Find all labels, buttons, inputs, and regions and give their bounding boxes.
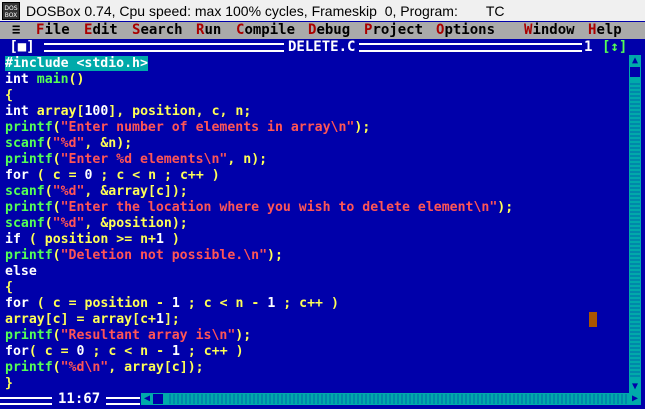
menu-bar: ≡ File Edit Search Run Compile Debug Pro… xyxy=(0,22,645,39)
code-line[interactable]: printf("Resultant array is\n"); xyxy=(5,328,625,344)
code-line[interactable]: printf("Enter number of elements in arra… xyxy=(5,120,625,136)
menu-window[interactable]: Window xyxy=(524,22,575,39)
menu-run[interactable]: Run xyxy=(196,22,221,39)
code-line[interactable]: printf("Deletion not possible.\n"); xyxy=(5,248,625,264)
window-title: DOSBox 0.74, Cpu speed: max 100% cycles,… xyxy=(26,2,458,19)
code-line[interactable]: printf("%d\n", array[c]); xyxy=(5,360,625,376)
menu-options[interactable]: Options xyxy=(436,22,495,39)
menu-file[interactable]: File xyxy=(36,22,70,39)
scroll-left-arrow-icon[interactable]: ◀ xyxy=(141,393,153,405)
code-line[interactable]: printf("Enter the location where you wis… xyxy=(5,200,625,216)
program-name: TC xyxy=(485,2,505,19)
code-line[interactable]: { xyxy=(5,280,625,296)
menu-search[interactable]: Search xyxy=(132,22,183,39)
horizontal-scrollbar[interactable]: ◀ ▶ xyxy=(141,393,641,405)
scroll-up-arrow-icon[interactable]: ▲ xyxy=(629,55,641,67)
code-line[interactable]: scanf("%d", &array[c]); xyxy=(5,184,625,200)
cursor-position: 11:67 xyxy=(52,390,107,409)
code-line[interactable]: #include <stdio.h> xyxy=(5,56,625,72)
menu-edit[interactable]: Edit xyxy=(84,22,118,39)
menu-help[interactable]: Help xyxy=(588,22,622,39)
dosbox-app-icon[interactable]: DOS BOX xyxy=(2,1,20,20)
code-line[interactable]: int main() xyxy=(5,72,625,88)
code-line[interactable]: for ( c = position - 1 ; c < n - 1 ; c++… xyxy=(5,296,625,312)
editor-status-bar: 11:67 ◀ ▶ xyxy=(0,390,645,409)
code-line[interactable]: { xyxy=(5,88,625,104)
editor-window: [■] DELETE.C 1 [↕] #include <stdio.h> int… xyxy=(0,39,645,409)
text-cursor xyxy=(589,312,597,327)
code-line[interactable]: scanf("%d", &n); xyxy=(5,136,625,152)
window-number: 1 xyxy=(582,39,595,55)
horizontal-scroll-track[interactable] xyxy=(167,394,627,404)
code-area[interactable]: #include <stdio.h> int main(){int array[1… xyxy=(5,56,625,396)
code-line[interactable]: else xyxy=(5,264,625,280)
vertical-scroll-track[interactable] xyxy=(630,81,640,379)
file-name: DELETE.C xyxy=(284,39,360,55)
code-line[interactable]: for( c = 0 ; c < n - 1 ; c++ ) xyxy=(5,344,625,360)
vertical-scroll-thumb[interactable] xyxy=(630,67,640,77)
code-line[interactable]: printf("Enter %d elements\n", n); xyxy=(5,152,625,168)
zoom-box-button[interactable]: [↕] xyxy=(600,39,630,55)
code-line[interactable]: if ( position >= n+1 ) xyxy=(5,232,625,248)
code-line[interactable]: scanf("%d", &position); xyxy=(5,216,625,232)
horizontal-scroll-thumb[interactable] xyxy=(153,394,163,404)
code-line[interactable]: int array[100], position, c, n; xyxy=(5,104,625,120)
menu-compile[interactable]: Compile xyxy=(236,22,295,39)
editor-frame-top: [■] DELETE.C 1 [↕] xyxy=(0,39,645,55)
close-box-button[interactable]: [■] xyxy=(8,39,36,55)
code-line[interactable]: array[c] = array[c+1]; xyxy=(5,312,625,328)
scroll-right-arrow-icon[interactable]: ▶ xyxy=(629,393,641,405)
code-line[interactable]: for ( c = 0 ; c < n ; c++ ) xyxy=(5,168,625,184)
title-bar[interactable]: DOS BOX DOSBox 0.74, Cpu speed: max 100%… xyxy=(0,0,645,21)
vertical-scrollbar[interactable]: ▲ ▼ xyxy=(629,55,641,393)
menu-project[interactable]: Project xyxy=(364,22,423,39)
system-menu-icon[interactable]: ≡ xyxy=(12,22,20,39)
dosbox-window: DOS BOX DOSBox 0.74, Cpu speed: max 100%… xyxy=(0,0,645,409)
menu-debug[interactable]: Debug xyxy=(308,22,350,39)
